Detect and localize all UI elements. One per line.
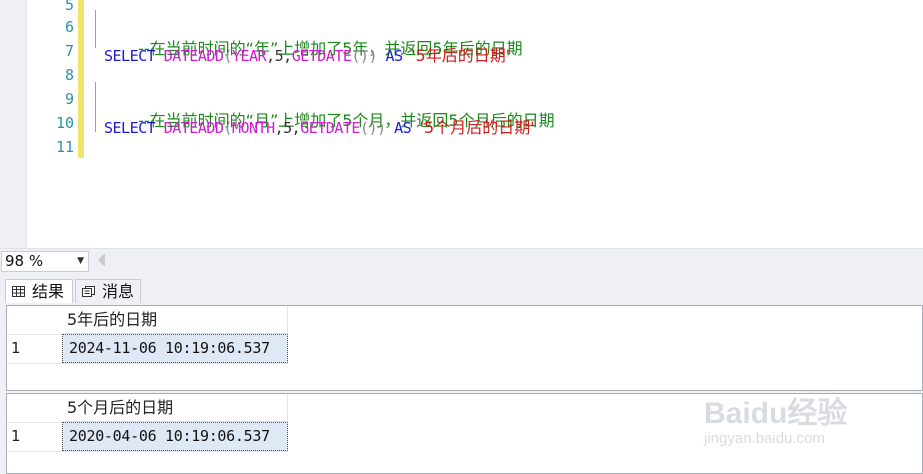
sql-args: ,5,	[266, 47, 292, 65]
row-number[interactable]: 1	[11, 339, 21, 357]
sql-punct: ())	[359, 119, 386, 137]
zoom-bar: 98 % ▼	[0, 248, 923, 275]
result-cell-selected[interactable]: 2024-11-06 10:19:06.537	[62, 334, 288, 363]
sql-keyword: AS	[385, 47, 404, 65]
sql-keyword: SELECT	[104, 119, 156, 137]
line-number: 10	[55, 114, 74, 132]
grid-header-row: 5年后的日期	[7, 306, 288, 335]
query-editor[interactable]: 5 6 7 8 9 10 11 --在当前时间的“年”上增加了5年，并返回5年后…	[0, 0, 923, 248]
code-line-10[interactable]: SELECT DATEADD(MONTH,5,GETDATE()) AS '5个…	[104, 114, 535, 138]
sql-function: DATEADD	[163, 119, 224, 137]
change-tracking-bar	[78, 0, 84, 158]
chevron-down-icon[interactable]: ▼	[77, 252, 84, 271]
line-number: 5	[64, 0, 74, 14]
watermark-url: jingyan.baidu.com	[704, 430, 825, 447]
sql-punct: ())	[351, 47, 377, 65]
tab-results[interactable]: 结果	[5, 279, 73, 303]
line-number: 8	[64, 66, 74, 84]
sql-string: '5个月后的日期'	[419, 118, 535, 137]
row-divider	[7, 451, 288, 452]
sql-datepart: MONTH	[231, 119, 275, 137]
fold-guide	[95, 10, 96, 48]
editor-margin	[0, 0, 27, 248]
column-header[interactable]: 5年后的日期	[63, 306, 288, 334]
tab-messages-label: 消息	[102, 282, 135, 301]
fold-guide	[95, 82, 96, 132]
row-number[interactable]: 1	[11, 427, 21, 445]
sql-string: '5年后的日期'	[411, 46, 511, 65]
grid-header-row: 5个月后的日期	[7, 394, 288, 423]
zoom-value: 98 %	[5, 252, 44, 270]
tab-results-label: 结果	[32, 282, 65, 301]
sql-punct: (	[223, 119, 232, 137]
sql-keyword: SELECT	[104, 47, 156, 65]
messages-icon	[82, 286, 95, 297]
line-number: 9	[64, 90, 74, 108]
scroll-left-arrow-icon[interactable]	[98, 253, 105, 267]
row-header-corner[interactable]	[7, 306, 64, 335]
zoom-dropdown[interactable]: 98 % ▼	[1, 251, 89, 272]
code-line-7[interactable]: SELECT DATEADD(YEAR,5,GETDATE()) AS '5年后…	[104, 42, 510, 66]
sql-datepart: YEAR	[231, 47, 267, 65]
line-number: 11	[55, 138, 74, 156]
sql-punct: (	[223, 47, 232, 65]
row-divider	[7, 363, 288, 364]
line-number-gutter: 5 6 7 8 9 10 11	[26, 0, 78, 248]
watermark-brand: Baidu经验	[704, 397, 848, 430]
sql-function: GETDATE	[300, 119, 360, 137]
baidu-watermark: Baidu经验 jingyan.baidu.com	[704, 378, 904, 468]
sql-function: DATEADD	[163, 47, 224, 65]
tab-messages[interactable]: 消息	[75, 279, 141, 303]
sql-keyword: AS	[394, 119, 412, 137]
result-cell-selected[interactable]: 2020-04-06 10:19:06.537	[62, 422, 288, 451]
column-header[interactable]: 5个月后的日期	[63, 394, 288, 422]
sql-args: ,5,	[274, 119, 301, 137]
grid-icon	[12, 286, 25, 297]
line-number: 6	[64, 18, 74, 36]
sql-function: GETDATE	[291, 47, 352, 65]
line-number: 7	[64, 42, 74, 60]
row-header-corner[interactable]	[7, 394, 64, 423]
